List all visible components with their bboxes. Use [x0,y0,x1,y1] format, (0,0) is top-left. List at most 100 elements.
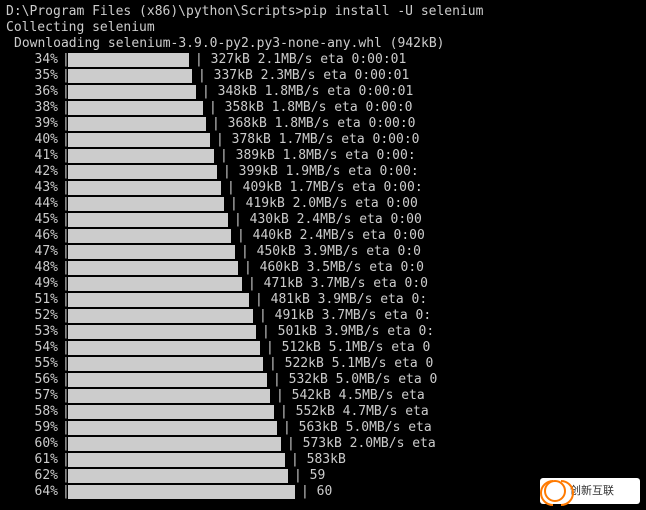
progress-percent: 34% [4,52,62,68]
progress-percent: 45% [4,212,62,228]
progress-stats: | 430kB 2.4MB/s eta 0:00 [234,212,422,228]
progress-stats: | 583kB [291,452,346,468]
progress-row: 52%|| 491kB 3.7MB/s eta 0: [4,308,646,324]
progress-row: 46%|| 440kB 2.4MB/s eta 0:00 [4,228,646,244]
progress-stats: | 419kB 2.0MB/s eta 0:00 [230,196,418,212]
progress-bar-fill [68,485,295,499]
progress-percent: 41% [4,148,62,164]
progress-stats: | 460kB 3.5MB/s eta 0:0 [244,260,424,276]
progress-stats: | 491kB 3.7MB/s eta 0: [259,308,431,324]
progress-bar-fill [68,437,281,451]
progress-stats: | 378kB 1.7MB/s eta 0:00:0 [216,132,420,148]
progress-percent: 44% [4,196,62,212]
progress-stats: | 60 [301,484,332,500]
progress-bar-fill [68,213,228,227]
progress-bar-fill [68,229,231,243]
progress-row: 58%|| 552kB 4.7MB/s eta [4,404,646,420]
progress-row: 54%|| 512kB 5.1MB/s eta 0 [4,340,646,356]
progress-stats: | 552kB 4.7MB/s eta [280,404,429,420]
progress-percent: 52% [4,308,62,324]
progress-percent: 35% [4,68,62,84]
progress-row: 49%|| 471kB 3.7MB/s eta 0:0 [4,276,646,292]
progress-bar-fill [68,117,206,131]
progress-percent: 60% [4,436,62,452]
progress-bar-fill [68,197,224,211]
progress-row: 51%|| 481kB 3.9MB/s eta 0: [4,292,646,308]
progress-bar-fill [68,421,277,435]
progress-row: 61%|| 583kB [4,452,646,468]
progress-stats: | 409kB 1.7MB/s eta 0:00: [227,180,423,196]
progress-stats: | 573kB 2.0MB/s eta [287,436,436,452]
progress-bar-fill [68,133,210,147]
progress-stats: | 512kB 5.1MB/s eta 0 [266,340,430,356]
progress-bar-fill [68,101,203,115]
progress-row: 59%|| 563kB 5.0MB/s eta [4,420,646,436]
progress-row: 41%|| 389kB 1.8MB/s eta 0:00: [4,148,646,164]
progress-row: 39%|| 368kB 1.8MB/s eta 0:00:0 [4,116,646,132]
progress-bar: | [62,484,425,500]
progress-stats: | 399kB 1.9MB/s eta 0:00: [223,164,419,180]
progress-row: 48%|| 460kB 3.5MB/s eta 0:0 [4,260,646,276]
watermark: 创新互联 [540,478,640,504]
progress-row: 36%|| 348kB 1.8MB/s eta 0:00:01 [4,84,646,100]
progress-percent: 39% [4,116,62,132]
progress-row: 35%|| 337kB 2.3MB/s eta 0:00:01 [4,68,646,84]
progress-row: 57%|| 542kB 4.5MB/s eta [4,388,646,404]
progress-percent: 62% [4,468,62,484]
progress-percent: 61% [4,452,62,468]
watermark-logo-icon [544,480,566,502]
progress-bar-fill [68,373,267,387]
progress-bar-fill [68,165,217,179]
progress-percent: 46% [4,228,62,244]
command-text: pip install -U selenium [303,4,483,20]
progress-stats: | 450kB 3.9MB/s eta 0:0 [241,244,421,260]
progress-stats: | 358kB 1.8MB/s eta 0:00:0 [209,100,413,116]
progress-percent: 57% [4,388,62,404]
progress-stats: | 471kB 3.7MB/s eta 0:0 [248,276,428,292]
progress-stats: | 563kB 5.0MB/s eta [283,420,432,436]
progress-bar-fill [68,85,196,99]
progress-row: 40%|| 378kB 1.7MB/s eta 0:00:0 [4,132,646,148]
progress-percent: 48% [4,260,62,276]
cwd-text: D:\Program Files (x86)\python\Scripts> [6,4,303,20]
progress-percent: 42% [4,164,62,180]
progress-stats: | 440kB 2.4MB/s eta 0:00 [237,228,425,244]
progress-row: 53%|| 501kB 3.9MB/s eta 0: [4,324,646,340]
progress-bar-fill [68,261,238,275]
progress-row: 56%|| 532kB 5.0MB/s eta 0 [4,372,646,388]
progress-percent: 64% [4,484,62,500]
progress-stats: | 327kB 2.1MB/s eta 0:00:01 [195,52,406,68]
progress-row: 47%|| 450kB 3.9MB/s eta 0:0 [4,244,646,260]
progress-percent: 55% [4,356,62,372]
progress-bar-fill [68,325,256,339]
progress-percent: 43% [4,180,62,196]
progress-row: 34%|| 327kB 2.1MB/s eta 0:00:01 [4,52,646,68]
progress-row: 45%|| 430kB 2.4MB/s eta 0:00 [4,212,646,228]
progress-stats: | 348kB 1.8MB/s eta 0:00:01 [202,84,413,100]
progress-percent: 40% [4,132,62,148]
progress-percent: 36% [4,84,62,100]
progress-stats: | 368kB 1.8MB/s eta 0:00:0 [212,116,416,132]
progress-percent: 38% [4,100,62,116]
progress-percent: 58% [4,404,62,420]
progress-bar-fill [68,181,221,195]
progress-percent: 54% [4,340,62,356]
watermark-text: 创新互联 [570,483,614,499]
progress-row: 60%|| 573kB 2.0MB/s eta [4,436,646,452]
progress-stats: | 59 [294,468,325,484]
progress-stats: | 542kB 4.5MB/s eta [276,388,425,404]
progress-row: 42%|| 399kB 1.9MB/s eta 0:00: [4,164,646,180]
progress-percent: 51% [4,292,62,308]
terminal-output[interactable]: D:\Program Files (x86)\python\Scripts>pi… [0,0,646,510]
progress-stats: | 522kB 5.1MB/s eta 0 [269,356,433,372]
progress-stats: | 337kB 2.3MB/s eta 0:00:01 [198,68,409,84]
progress-bar-fill [68,309,253,323]
progress-bar-fill [68,53,189,67]
progress-bar-fill [68,69,192,83]
progress-row: 43%|| 409kB 1.7MB/s eta 0:00: [4,180,646,196]
progress-bar-fill [68,357,263,371]
progress-percent: 49% [4,276,62,292]
progress-row: 38%|| 358kB 1.8MB/s eta 0:00:0 [4,100,646,116]
progress-percent: 59% [4,420,62,436]
progress-bar-fill [68,341,260,355]
